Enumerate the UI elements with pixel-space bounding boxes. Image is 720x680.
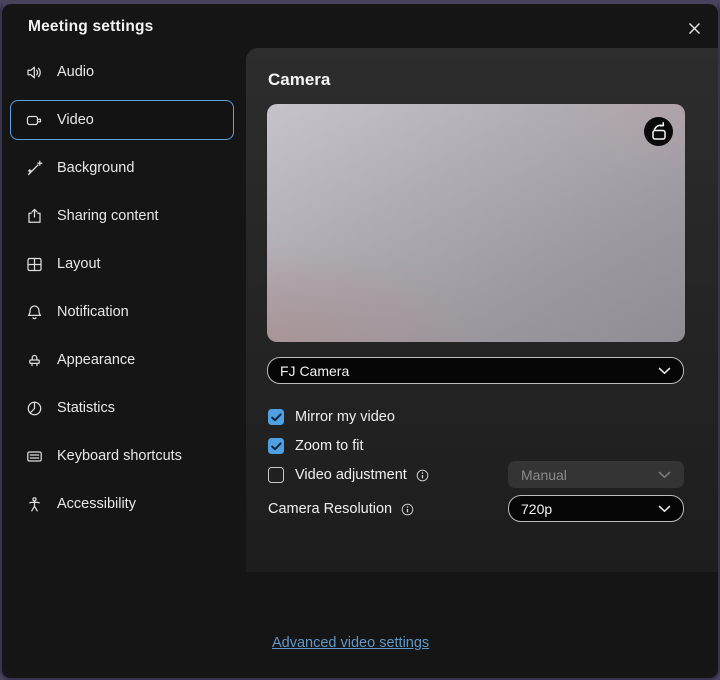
camera-resolution-value: 720p [521,501,552,517]
sidebar-item-label: Accessibility [57,496,136,512]
speaker-icon [25,63,44,82]
camera-device-value: FJ Camera [280,363,349,379]
camera-resolution-select[interactable]: 720p [508,495,684,522]
sidebar-item-label: Audio [57,64,94,80]
zoom-to-fit-label: Zoom to fit [295,438,364,454]
close-icon [687,21,702,36]
sidebar-item-keyboard-shortcuts[interactable]: Keyboard shortcuts [10,436,234,476]
sidebar-item-notification[interactable]: Notification [10,292,234,332]
camera-resolution-label: Camera Resolution [268,501,392,517]
mirror-my-video-row: Mirror my video [268,407,395,427]
sidebar-item-label: Notification [57,304,129,320]
video-adjustment-label: Video adjustment [295,467,407,483]
mirror-my-video-checkbox[interactable] [268,409,284,425]
info-icon[interactable] [415,468,430,483]
video-adjustment-row: Video adjustment [268,465,430,485]
meeting-settings-dialog: Meeting settings Audio Video Background [2,4,718,678]
video-settings-panel: Camera FJ Camera Mirror my video [246,48,718,572]
info-icon[interactable] [400,502,415,517]
sidebar-item-label: Keyboard shortcuts [57,448,182,464]
magic-wand-icon [25,159,44,178]
zoom-to-fit-row: Zoom to fit [268,436,364,456]
sidebar-item-appearance[interactable]: Appearance [10,340,234,380]
mirror-my-video-label: Mirror my video [295,409,395,425]
chevron-down-icon [658,505,671,513]
flip-camera-icon [644,117,673,146]
camera-resolution-row: Camera Resolution [268,499,415,519]
chevron-down-icon [658,367,671,375]
camera-section-heading: Camera [268,70,330,90]
sidebar-item-statistics[interactable]: Statistics [10,388,234,428]
sidebar-item-sharing-content[interactable]: Sharing content [10,196,234,236]
advanced-video-settings-wrap: Advanced video settings [272,634,429,652]
bell-icon [25,303,44,322]
sidebar-item-label: Sharing content [57,208,159,224]
sidebar-item-background[interactable]: Background [10,148,234,188]
camera-device-select[interactable]: FJ Camera [267,357,684,384]
sidebar-item-label: Video [57,112,94,128]
sidebar-item-label: Background [57,160,134,176]
advanced-video-settings-link[interactable]: Advanced video settings [272,635,429,651]
video-adjustment-mode-select: Manual [508,461,684,488]
settings-sidebar: Audio Video Background Sharing content L [10,52,234,532]
flip-camera-button[interactable] [644,117,673,146]
brush-icon [25,351,44,370]
sidebar-item-label: Statistics [57,400,115,416]
sidebar-item-audio[interactable]: Audio [10,52,234,92]
video-camera-icon [25,111,44,130]
sidebar-item-accessibility[interactable]: Accessibility [10,484,234,524]
video-adjustment-mode-value: Manual [521,467,567,483]
share-icon [25,207,44,226]
pie-chart-icon [25,399,44,418]
sidebar-item-label: Appearance [57,352,135,368]
sidebar-item-video[interactable]: Video [10,100,234,140]
sidebar-item-label: Layout [57,256,101,272]
meeting-settings-window: { "window": { "title": "Meeting settings… [0,0,720,680]
zoom-to-fit-checkbox[interactable] [268,438,284,454]
video-adjustment-checkbox[interactable] [268,467,284,483]
layout-grid-icon [25,255,44,274]
close-button[interactable] [682,16,706,40]
dialog-title: Meeting settings [28,18,154,36]
sidebar-item-layout[interactable]: Layout [10,244,234,284]
camera-preview [267,104,685,342]
chevron-down-icon [658,471,671,479]
keyboard-icon [25,447,44,466]
accessibility-icon [25,495,44,514]
